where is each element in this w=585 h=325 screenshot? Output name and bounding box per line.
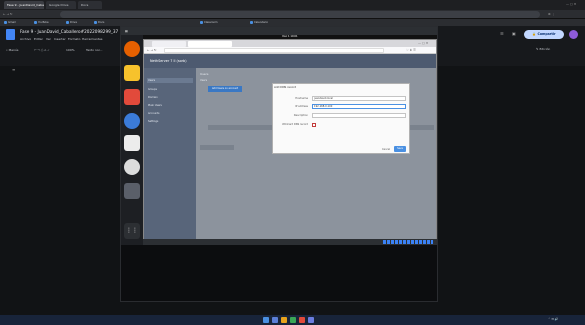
document-icon[interactable] — [124, 135, 140, 151]
firefox-icon[interactable] — [124, 41, 140, 57]
guest-taskbar — [143, 239, 437, 245]
sidebar-item-domain[interactable]: Domain — [148, 96, 158, 99]
ip-address-input[interactable]: 192.168.0.100 — [312, 104, 406, 109]
firefox-url-bar[interactable] — [164, 48, 384, 53]
tab-users[interactable]: Users — [200, 79, 207, 82]
sidebar-item-users[interactable]: Users — [148, 79, 155, 82]
comments-icon[interactable]: ☰ — [500, 31, 508, 39]
vm-menu-icon: ▤ — [125, 29, 128, 33]
virtualbox-icon[interactable] — [307, 317, 314, 323]
cancel-button[interactable]: Cancel — [380, 147, 392, 152]
wildcard-checkbox[interactable] — [312, 123, 316, 127]
app-icon[interactable] — [298, 317, 305, 323]
nav-buttons[interactable]: ← → ↻ — [147, 48, 159, 53]
edit-mode-select[interactable]: ✎ Edición — [536, 47, 550, 51]
zoom-select[interactable]: 100% — [66, 47, 75, 54]
host-tab-bar: Fase 9 - JuanDavid_Caballero Google Driv… — [0, 0, 585, 10]
bookmark-icon — [200, 20, 203, 24]
add-dns-modal — [272, 83, 410, 154]
bookmark-icon — [66, 20, 69, 24]
sidebar-item-groups[interactable]: Groups — [148, 88, 157, 91]
omnibox[interactable] — [60, 11, 540, 18]
add-users-button[interactable]: Add Users on account — [208, 86, 242, 92]
avatar[interactable] — [569, 30, 578, 39]
document-title[interactable]: Fase 9 - JuanDavid_Caballero#2022098299_… — [20, 29, 118, 34]
hostname-input[interactable]: juandavid.local — [312, 96, 406, 101]
description-input[interactable] — [312, 113, 406, 118]
toolbar-search[interactable]: ⌕ Menús — [6, 47, 18, 54]
trash-icon[interactable] — [124, 183, 140, 199]
description-label: Description — [293, 114, 308, 117]
chrome-icon[interactable] — [289, 317, 296, 323]
menu-insertar[interactable]: Insertar — [54, 37, 66, 41]
bookmark-icon — [94, 20, 97, 24]
bookmarks-bar — [0, 19, 585, 26]
file-explorer-icon[interactable] — [280, 317, 287, 323]
bookmark-item[interactable]: YouTube — [34, 20, 49, 25]
guest-dock: ⋮⋮ — [121, 35, 143, 245]
system-tray[interactable]: ⌃ ✉ 🔊 — [548, 317, 582, 323]
menu-editar[interactable]: Editar — [34, 37, 43, 41]
table-pagination[interactable] — [200, 145, 234, 150]
ip-address-label: IP address — [295, 105, 308, 108]
outline-icon[interactable]: ≡ — [12, 67, 18, 73]
menu-ver[interactable]: Ver — [46, 37, 51, 41]
wildcard-label: Wildcard DNS record — [282, 123, 308, 126]
apps-grid-icon[interactable]: ⋮⋮ — [124, 223, 140, 239]
bookmark-icon — [250, 20, 253, 24]
page-title: Users — [200, 72, 209, 76]
nav-buttons[interactable]: ← → ↻ — [3, 12, 17, 17]
disc-icon[interactable] — [124, 159, 140, 175]
menu-herramientas[interactable]: Herramientas — [82, 37, 102, 41]
app-header: NethServer 7 ll (sorb) — [144, 54, 436, 68]
sidebar-item-plain-users[interactable]: Plain Users — [148, 104, 162, 107]
meet-icon[interactable]: ▣ — [512, 31, 520, 39]
docs-logo-icon — [6, 29, 15, 40]
firefox-toolbar-icons[interactable]: ♡ ⬇ ☰ — [406, 48, 432, 53]
guest-tray-icons[interactable] — [383, 240, 433, 244]
search-icon[interactable] — [271, 317, 278, 323]
window-controls[interactable]: — ▢ ✕ — [566, 2, 582, 8]
sidebar-item-accounts[interactable]: Accounts — [148, 112, 159, 115]
host-address-bar: ← → ↻ ⚙ ⋮ — [0, 10, 585, 19]
menu-formato[interactable]: Formato — [68, 37, 80, 41]
tab-docs-active[interactable]: Fase 9 - JuanDavid_Caballero — [4, 1, 44, 9]
window-controls[interactable]: — ▢ ✕ — [418, 41, 434, 46]
start-icon[interactable] — [263, 317, 269, 323]
firefox-tabbar: — ▢ ✕ — [144, 40, 436, 47]
vm-titlebar: ▤ — [121, 27, 437, 35]
extensions-icons[interactable]: ⚙ ⋮ — [548, 12, 578, 17]
files-icon[interactable] — [124, 65, 140, 81]
sidebar-item-settings[interactable]: Settings — [148, 120, 158, 123]
menu-archivo[interactable]: Archivo — [20, 37, 31, 41]
software-icon[interactable] — [124, 89, 140, 105]
hostname-label: Hostname — [295, 97, 308, 100]
tab-docs[interactable]: Docs — [78, 1, 102, 9]
bookmark-icon — [4, 20, 7, 24]
bookmark-item[interactable]: Drive — [66, 20, 77, 25]
share-button[interactable]: 🔒 Compartir — [524, 30, 564, 39]
bookmark-item[interactable]: Calendario — [250, 20, 268, 25]
bookmark-item[interactable]: Classroom — [200, 20, 218, 25]
taskbar-apps — [262, 317, 322, 324]
style-select[interactable]: Texto nor... — [86, 47, 102, 54]
help-icon[interactable] — [124, 113, 140, 129]
firefox-navbar: ← → ↻ ♡ ⬇ ☰ — [144, 47, 436, 54]
tab-drive[interactable]: Google Drive — [46, 1, 76, 9]
app-sidebar — [144, 68, 196, 239]
bookmark-icon — [34, 20, 37, 24]
toolbar-format-icons[interactable]: ↶ ↷ ⎙ A ✓ — [34, 47, 50, 54]
bookmark-item[interactable]: Docs — [94, 20, 104, 25]
modal-title: Add DNS record — [274, 85, 297, 89]
save-button[interactable]: Save — [394, 146, 406, 152]
bookmark-item[interactable]: Gmail — [4, 20, 16, 25]
